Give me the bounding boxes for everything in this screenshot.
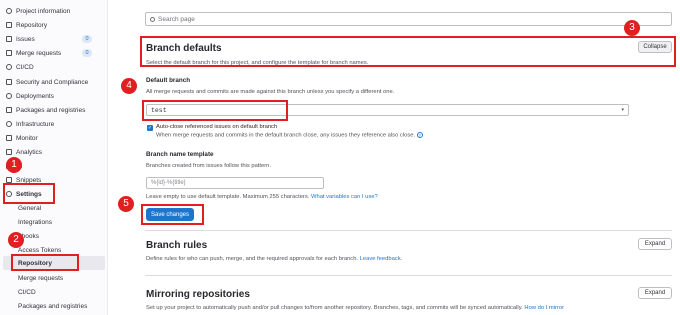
annotation-box-branch-defaults	[140, 36, 676, 67]
branch-rules-desc: Define rules for who can push, merge, an…	[146, 256, 359, 262]
merge-requests-count-badge: 0	[82, 49, 92, 57]
sidebar-item-cicd[interactable]: CI/CD	[6, 61, 34, 73]
sidebar-item-infrastructure[interactable]: Infrastructure	[6, 118, 54, 130]
branch-rules-expand-button[interactable]: Expand	[638, 238, 672, 250]
annotation-box-save	[141, 204, 204, 225]
shield-icon	[6, 79, 12, 85]
search-input[interactable]: Search page	[145, 12, 672, 26]
merge-request-icon	[6, 50, 12, 56]
rocket-icon	[6, 64, 12, 70]
cloud-icon	[6, 121, 12, 127]
annotation-badge-2: 2	[8, 232, 24, 248]
search-icon	[150, 16, 155, 22]
leave-feedback-link[interactable]: Leave feedback.	[360, 256, 403, 262]
template-variables-link[interactable]: What variables can I use?	[311, 194, 378, 200]
branch-name-template-input[interactable]: %{id}-%{title}	[146, 177, 324, 189]
help-icon[interactable]: ?	[416, 132, 423, 138]
default-branch-desc: All merge requests and commits are made …	[146, 89, 395, 95]
mirror-help-link[interactable]: How do I mirror	[524, 305, 564, 311]
mirroring-expand-button[interactable]: Expand	[638, 287, 672, 299]
default-branch-label: Default branch	[146, 77, 191, 84]
section-divider	[145, 230, 672, 231]
chart-icon	[6, 149, 12, 155]
auto-close-label: Auto-close referenced issues on default …	[156, 124, 278, 130]
sidebar-item-merge-requests[interactable]: Merge requests 0	[6, 47, 102, 59]
search-placeholder: Search page	[158, 15, 195, 23]
chevron-down-icon: ▾	[621, 107, 624, 113]
branch-rules-title: Branch rules	[146, 240, 208, 251]
file-icon	[6, 22, 12, 28]
sidebar-item-security[interactable]: Security and Compliance	[6, 76, 88, 88]
sidebar-sub-integrations[interactable]: Integrations	[18, 216, 52, 228]
auto-close-checkbox[interactable]: ✓	[147, 125, 153, 131]
template-label: Branch name template	[146, 151, 214, 158]
info-icon	[6, 8, 12, 14]
sidebar-item-deployments[interactable]: Deployments	[6, 90, 54, 102]
deployments-icon	[6, 93, 12, 99]
annotation-badge-1: 1	[6, 157, 22, 173]
section-divider	[145, 275, 672, 276]
issues-count-badge: 0	[82, 35, 92, 43]
annotation-badge-4: 4	[121, 78, 137, 94]
annotation-badge-5: 5	[118, 196, 134, 212]
annotation-badge-3: 3	[624, 20, 640, 36]
auto-close-desc: When merge requests and commits in the d…	[156, 132, 416, 139]
monitor-icon	[6, 135, 12, 141]
annotation-box-settings	[3, 183, 55, 204]
annotation-box-default-branch	[142, 100, 288, 121]
mirroring-title: Mirroring repositories	[146, 289, 250, 300]
sidebar-sub-cicd[interactable]: CI/CD	[18, 286, 36, 298]
sidebar-sub-packages[interactable]: Packages and registries	[18, 300, 87, 312]
mirroring-desc: Set up your project to automatically pus…	[146, 305, 523, 311]
template-help: Leave empty to use default template. Max…	[146, 194, 378, 200]
issues-icon	[6, 36, 12, 42]
sidebar-item-project-information[interactable]: Project information	[6, 5, 70, 17]
sidebar-item-repository[interactable]: Repository	[6, 19, 47, 31]
template-help-text: Leave empty to use default template. Max…	[146, 194, 310, 200]
package-icon	[6, 107, 12, 113]
template-desc: Branches created from issues follow this…	[146, 163, 272, 169]
sidebar-sub-merge-requests[interactable]: Merge requests	[18, 272, 63, 284]
mirroring-desc-row: Set up your project to automatically pus…	[146, 305, 564, 311]
sidebar-item-issues[interactable]: Issues 0	[6, 33, 102, 45]
annotation-box-repository	[11, 254, 79, 271]
branch-rules-desc-row: Define rules for who can push, merge, an…	[146, 256, 402, 262]
sidebar-item-monitor[interactable]: Monitor	[6, 132, 38, 144]
auto-close-desc-row: When merge requests and commits in the d…	[156, 132, 423, 139]
sidebar-item-packages[interactable]: Packages and registries	[6, 104, 85, 116]
